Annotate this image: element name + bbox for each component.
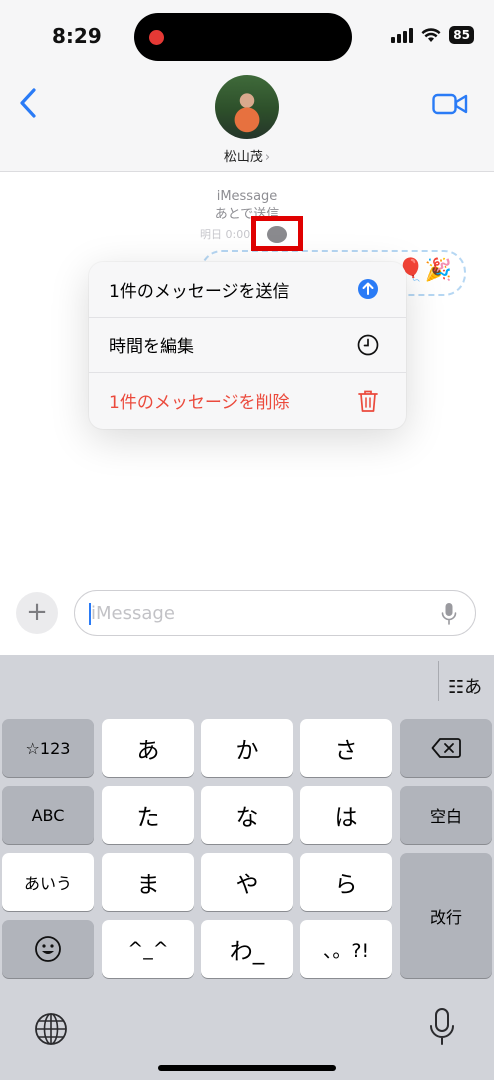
contact-chevron-icon: › [264,150,271,165]
message-meta: iMessage あとで送信 [0,188,494,224]
status-time: 8:29 [52,24,102,48]
key-ra[interactable]: ら [300,853,392,911]
key-abc-mode[interactable]: ABC [2,786,94,844]
key-ha[interactable]: は [300,786,392,844]
scheduled-time: 明日 0:00 [200,228,251,241]
key-sa[interactable]: さ [300,719,392,777]
key-backspace[interactable] [400,719,492,777]
key-ta[interactable]: た [102,786,194,844]
status-bar: 8:29 85 [0,0,494,72]
home-indicator [158,1065,336,1071]
key-return[interactable]: 改行 [400,853,492,978]
status-indicators: 85 [391,26,474,44]
input-mode-toggle[interactable]: ☷あ [448,673,482,699]
recording-indicator-icon [149,30,164,45]
globe-icon[interactable] [33,1011,69,1047]
key-a[interactable]: あ [102,719,194,777]
key-number-mode[interactable]: ☆123 [2,719,94,777]
cellular-signal-icon [391,27,414,43]
contact-name: 松山茂 [223,150,263,165]
key-space[interactable]: 空白 [400,786,492,844]
service-label: iMessage [216,189,278,204]
key-kaomoji[interactable]: ^_^ [102,920,194,978]
keyboard-suggestion-bar: ☷あ [0,655,494,707]
keyboard-mic-icon[interactable] [428,1007,456,1047]
key-ya[interactable]: や [201,853,293,911]
key-punctuation[interactable]: 、。?! [300,920,392,978]
menu-edit-time-label: 時間を編集 [109,337,194,358]
contact-name-button[interactable]: 松山茂 › [0,146,494,165]
key-wa[interactable]: わ_ [201,920,293,978]
key-ma[interactable]: ま [102,853,194,911]
backspace-icon [431,738,461,758]
menu-delete-message[interactable]: 1件のメッセージを削除 [89,373,406,429]
context-menu: 1件のメッセージを送信 時間を編集 1件のメッセージを削除 [89,262,406,429]
suggestion-divider [438,661,439,701]
contact-avatar[interactable] [215,75,279,139]
japanese-keyboard: ☷あ ☆123 あ か さ ABC た な は 空白 あいう ま や ら 改行 … [0,655,494,1080]
key-na[interactable]: な [201,786,293,844]
menu-delete-label: 1件のメッセージを削除 [109,393,290,414]
key-emoji[interactable] [2,920,94,978]
apps-plus-button[interactable]: + [16,592,58,634]
trash-icon [356,389,380,413]
input-placeholder: iMessage [91,603,175,624]
dictation-mic-icon[interactable] [441,602,457,626]
clock-icon [356,333,380,357]
wifi-icon [421,27,441,42]
conversation-header: 松山茂 › [0,72,494,172]
highlight-target-dot [267,226,287,243]
scheduled-label: あとで送信 [214,207,280,222]
menu-send-message[interactable]: 1件のメッセージを送信 [89,262,406,318]
battery-level: 85 [449,26,474,44]
menu-edit-time[interactable]: 時間を編集 [89,318,406,374]
menu-send-label: 1件のメッセージを送信 [109,281,290,302]
highlight-box [251,216,303,251]
send-arrow-up-icon [356,277,380,301]
emoji-face-icon [35,936,61,962]
dynamic-island [134,13,352,61]
key-ka[interactable]: か [201,719,293,777]
facetime-video-icon[interactable] [432,92,468,116]
key-kana-mode[interactable]: あいう [2,853,94,911]
back-chevron-icon[interactable] [14,86,44,120]
imessage-input[interactable]: iMessage [74,590,476,636]
